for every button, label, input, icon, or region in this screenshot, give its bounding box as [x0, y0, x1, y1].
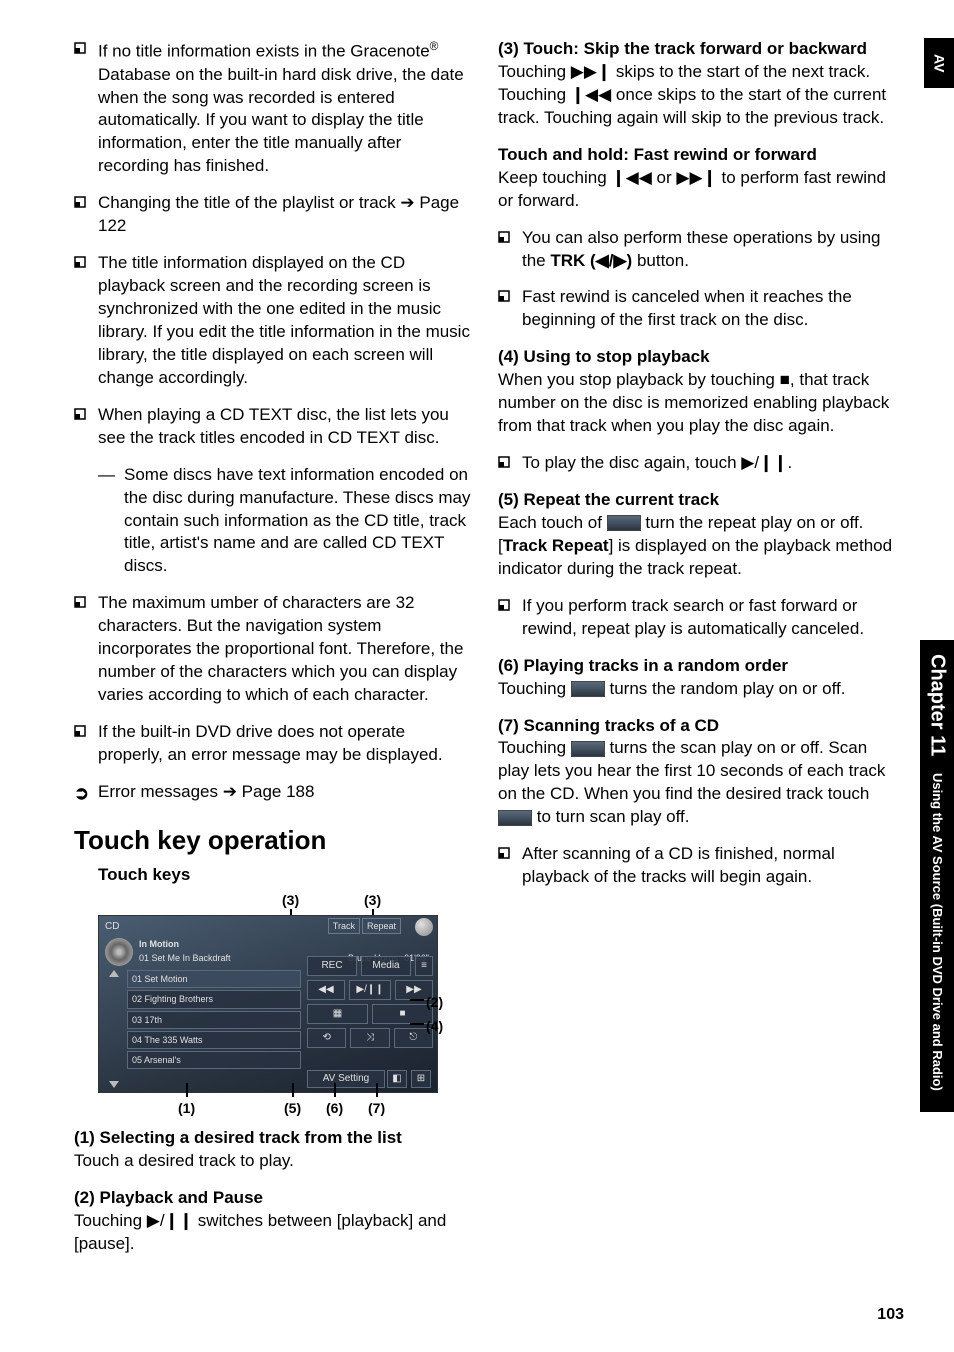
scan-button-icon	[571, 741, 605, 757]
body-text: Touching turns the random play on or off…	[498, 678, 898, 701]
ss-scroll-down-icon[interactable]	[109, 1081, 119, 1088]
section-heading: Touch key operation	[74, 823, 474, 858]
repeat-button-icon	[607, 515, 641, 531]
note-item: If you perform track search or fast forw…	[498, 595, 898, 641]
step-heading: (3) Touch: Skip the track forward or bac…	[498, 38, 898, 61]
callout-5: (5)	[284, 1099, 301, 1118]
ss-track-row[interactable]: 02 Fighting Brothers	[127, 990, 301, 1008]
ss-bottom-icon[interactable]: ⊞	[411, 1070, 431, 1088]
note-bullet-icon	[74, 192, 98, 238]
ss-stop-button[interactable]: ■	[372, 1004, 433, 1024]
ss-track-row[interactable]: 04 The 335 Watts	[127, 1031, 301, 1049]
callout-6: (6)	[326, 1099, 343, 1118]
sub-heading: Touch keys	[74, 864, 474, 887]
note-item: The title information displayed on the C…	[74, 252, 474, 390]
note-item: If the built-in DVD drive does not opera…	[74, 721, 474, 767]
page-number: 103	[877, 1304, 904, 1326]
right-column: (3) Touch: Skip the track forward or bac…	[498, 38, 898, 1270]
scan-button-icon	[498, 810, 532, 826]
note-bullet-icon	[74, 592, 98, 707]
note-bullet-icon	[74, 721, 98, 767]
ss-prev-button[interactable]: ◀◀	[307, 980, 345, 1000]
related-link: ➲ Error messages ➔ Page 188	[74, 781, 474, 805]
note-bullet-icon	[498, 452, 522, 475]
next-track-icon: ▶▶❙	[676, 168, 716, 187]
ss-list-button[interactable]: ≡	[415, 956, 433, 976]
page-content: If no title information exists in the Gr…	[0, 0, 954, 1270]
note-bullet-icon	[74, 38, 98, 178]
arrow-right-icon: ➔	[400, 193, 414, 212]
callout-3: (3)	[282, 891, 299, 910]
note-item: You can also perform these operations by…	[498, 227, 898, 273]
step-heading: (6) Playing tracks in a random order	[498, 655, 898, 678]
ss-repeat-button[interactable]: ⟲	[307, 1028, 346, 1048]
ss-track-row[interactable]: 01 Set Motion	[127, 970, 301, 988]
callout-2: (2)	[426, 993, 443, 1012]
stop-icon: ■	[780, 370, 790, 389]
ss-blank-button[interactable]: ▦	[307, 1004, 368, 1024]
ss-source-label: CD	[105, 920, 119, 934]
sub-note-item: — Some discs have text information encod…	[74, 464, 474, 579]
note-bullet-icon	[498, 595, 522, 641]
side-tab-chapter: Chapter 11 Using the AV Source (Built-in…	[920, 640, 954, 1112]
note-item: To play the disc again, touch ▶/❙❙.	[498, 452, 898, 475]
ss-play-pause-button[interactable]: ▶/❙❙	[349, 980, 391, 1000]
ss-album: In Motion	[139, 939, 179, 949]
note-item: The maximum umber of characters are 32 c…	[74, 592, 474, 707]
ss-scroll-up-icon[interactable]	[109, 970, 119, 977]
body-text: Touch a desired track to play.	[74, 1150, 474, 1173]
screenshot-figure: (3) (3) CD Track Repeat In Motion 01 Set…	[74, 895, 474, 1127]
body-text: Touching turns the scan play on or off. …	[498, 737, 898, 829]
ss-tracklist: 01 Set Motion 02 Fighting Brothers 03 17…	[127, 970, 301, 1071]
body-text: Touching ▶▶❙ skips to the start of the n…	[498, 61, 898, 130]
callout-3: (3)	[364, 891, 381, 910]
note-item: Fast rewind is canceled when it reaches …	[498, 286, 898, 332]
dash-icon: —	[98, 464, 124, 579]
play-pause-icon: ▶/❙❙	[147, 1211, 193, 1230]
note-bullet-icon	[74, 404, 98, 450]
ss-rec-button[interactable]: REC	[307, 956, 357, 976]
play-pause-icon: ▶/❙❙	[741, 453, 787, 472]
note-item: If no title information exists in the Gr…	[74, 38, 474, 178]
note-bullet-icon	[498, 843, 522, 889]
ss-media-button[interactable]: Media	[361, 956, 411, 976]
step-heading: (4) Using to stop playback	[498, 346, 898, 369]
side-tab-av: AV	[924, 38, 954, 88]
ss-av-setting-button[interactable]: AV Setting	[307, 1070, 385, 1088]
step-heading: (1) Selecting a desired track from the l…	[74, 1127, 474, 1150]
step-heading: (5) Repeat the current track	[498, 489, 898, 512]
ss-disc-icon	[105, 938, 133, 966]
step-heading: (7) Scanning tracks of a CD	[498, 715, 898, 738]
ss-bottom-icon[interactable]: ◧	[387, 1070, 407, 1088]
prev-track-icon: ❙◀◀	[611, 168, 651, 187]
note-bullet-icon	[74, 252, 98, 390]
ss-track-row[interactable]: 05 Arsenal's	[127, 1051, 301, 1069]
note-item: After scanning of a CD is finished, norm…	[498, 843, 898, 889]
related-icon: ➲	[74, 781, 98, 805]
body-text: When you stop playback by touching ■, th…	[498, 369, 898, 438]
note-bullet-icon	[498, 286, 522, 332]
random-button-icon	[571, 681, 605, 697]
step-heading: Touch and hold: Fast rewind or forward	[498, 144, 898, 167]
body-text: Keep touching ❙◀◀ or ▶▶❙ to perform fast…	[498, 167, 898, 213]
next-track-icon: ▶▶❙	[571, 62, 611, 81]
ss-track-title: 01 Set Me In Backdraft	[139, 952, 231, 964]
note-item: When playing a CD TEXT disc, the list le…	[74, 404, 474, 450]
left-column: If no title information exists in the Gr…	[74, 38, 474, 1270]
ss-track-row[interactable]: 03 17th	[127, 1011, 301, 1029]
ss-random-button[interactable]: ⤨	[350, 1028, 389, 1048]
body-text: Touching ▶/❙❙ switches between [playback…	[74, 1210, 474, 1256]
step-heading: (2) Playback and Pause	[74, 1187, 474, 1210]
callout-1: (1)	[178, 1099, 195, 1118]
ss-tab-track[interactable]: Track	[328, 918, 360, 934]
note-item: Changing the title of the playlist or tr…	[74, 192, 474, 238]
body-text: Each touch of turn the repeat play on or…	[498, 512, 898, 581]
prev-track-icon: ❙◀◀	[571, 85, 611, 104]
callout-7: (7)	[368, 1099, 385, 1118]
note-bullet-icon	[498, 227, 522, 273]
ss-tab-repeat[interactable]: Repeat	[362, 918, 401, 934]
callout-4: (4)	[426, 1017, 443, 1036]
